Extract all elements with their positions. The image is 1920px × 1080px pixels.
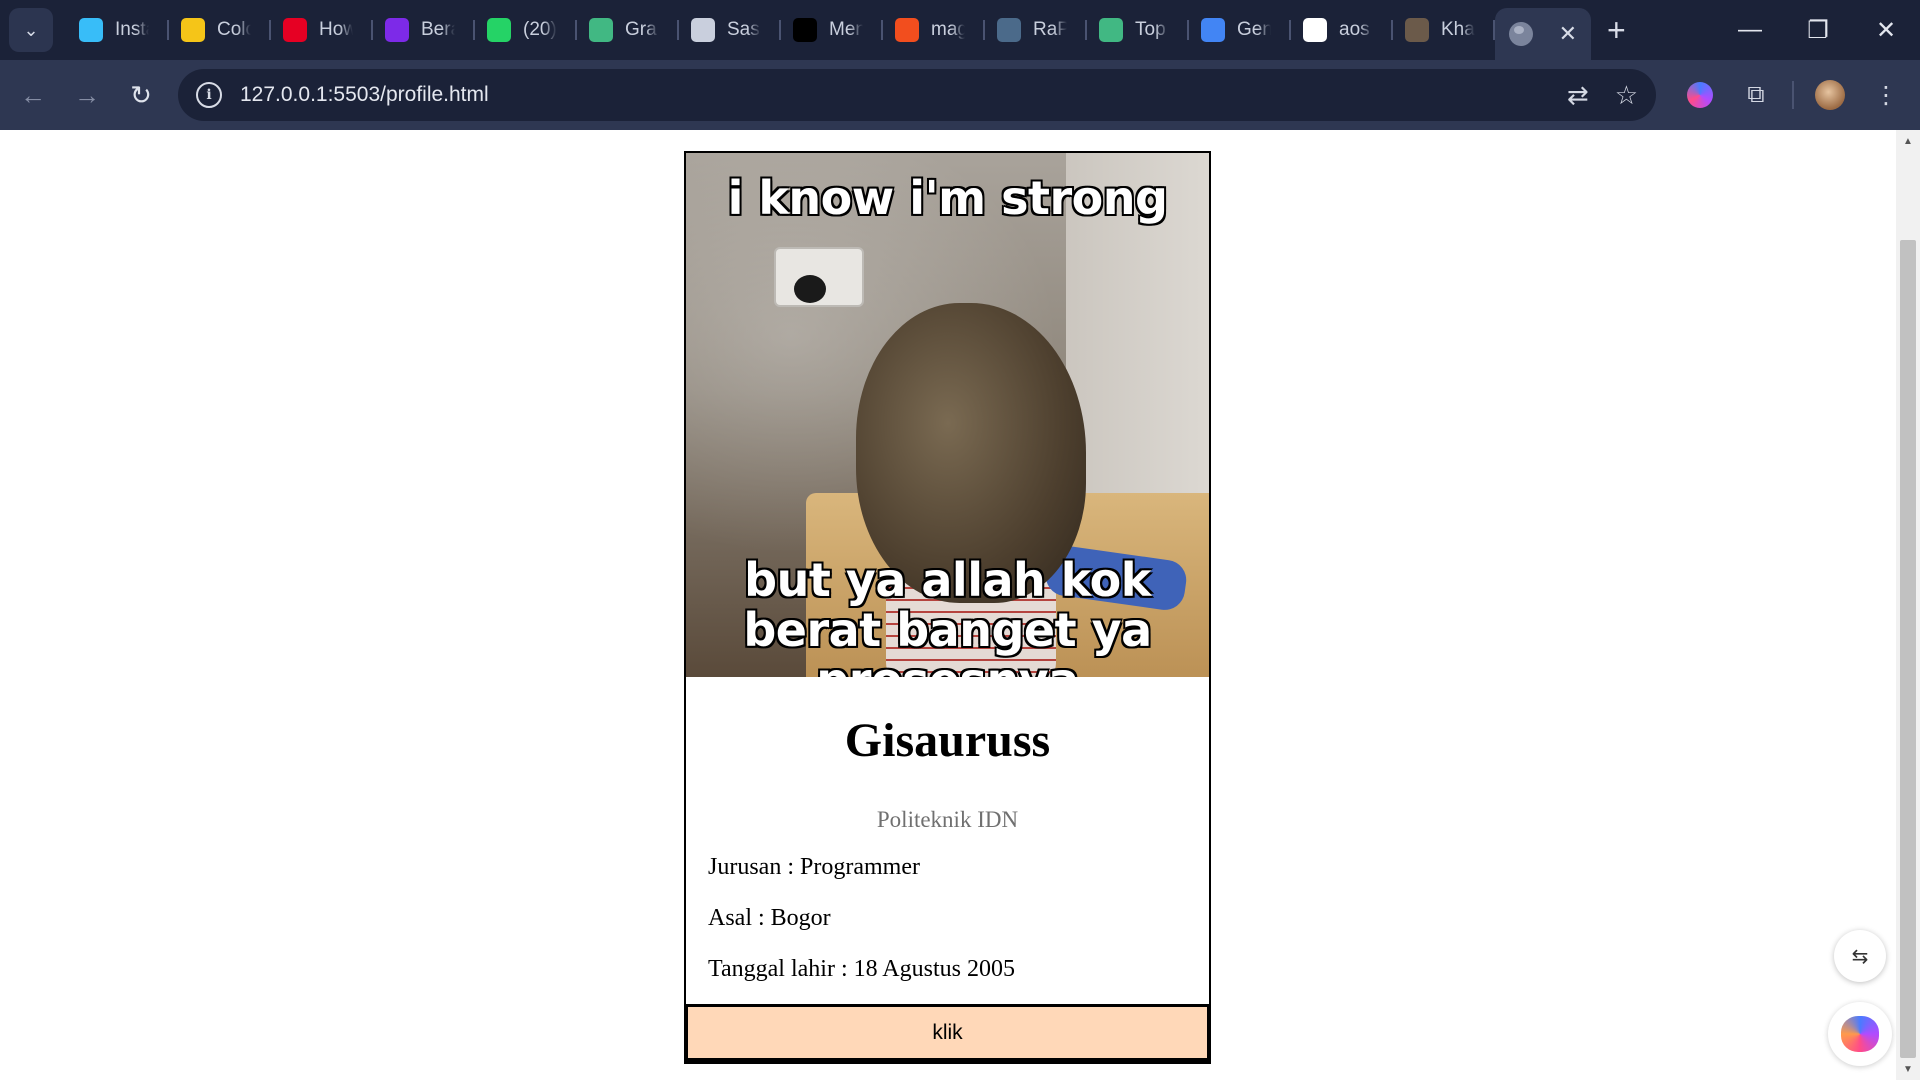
tab-10[interactable]: RaP (985, 8, 1087, 52)
st-icon (793, 18, 817, 42)
toolbar-divider (1792, 81, 1794, 109)
meme-top-caption: i know i'm strong (727, 171, 1168, 225)
floating-brain-extension-icon[interactable] (1828, 1002, 1892, 1066)
tab-title: How (319, 19, 353, 40)
extensions-puzzle-icon[interactable]: ⧉ (1728, 67, 1784, 123)
scroll-down-arrow-icon[interactable]: ▼ (1896, 1058, 1920, 1080)
browser-toolbar: ← → ↻ i 127.0.0.1:5503/profile.html ⇄ ☆ … (0, 60, 1920, 130)
tab-11[interactable]: Top (1087, 8, 1189, 52)
profile-card: i know i'm strong but ya allah kok berat… (684, 151, 1211, 1064)
tab-9[interactable]: mag (883, 8, 985, 52)
meme-bottom-caption: but ya allah kok berat banget ya prosesn… (743, 553, 1152, 677)
forward-arrow-icon[interactable]: → (60, 68, 114, 122)
back-arrow-icon[interactable]: ← (6, 68, 60, 122)
new-tab-button[interactable]: + (1607, 12, 1626, 49)
tab-3[interactable]: How (271, 8, 373, 52)
tab-2[interactable]: Colo (169, 8, 271, 52)
reload-icon[interactable]: ↻ (114, 68, 168, 122)
restore-button[interactable]: ❐ (1784, 0, 1852, 60)
tab-title: mag (931, 19, 965, 40)
tab-title: Colo (217, 19, 251, 40)
profile-name: Gisauruss (844, 714, 1051, 767)
profile-avatar[interactable] (1802, 67, 1858, 123)
feather-icon (691, 18, 715, 42)
tab-strip: ⌄ Insta Colo How Bera (20) Gra Sasa Men mag RaP To… (0, 0, 1920, 60)
tab-title: Gra (625, 19, 657, 40)
canva-icon (385, 18, 409, 42)
translate-icon[interactable]: ⇄ (1567, 80, 1589, 111)
tab-13[interactable]: aos (1291, 8, 1393, 52)
figma-icon (895, 18, 919, 42)
profile-school: Politeknik IDN (876, 807, 1019, 832)
klik-button[interactable]: klik (684, 1004, 1211, 1062)
tab-active[interactable]: ✕ (1495, 8, 1591, 60)
tab-title: Gen (1237, 19, 1271, 40)
tab-title: (20) (523, 19, 557, 40)
tab-title: Insta (115, 19, 149, 40)
window-controls: — ❐ ✕ (1716, 0, 1920, 60)
vue-icon (589, 18, 613, 42)
tab-search-chevron-icon[interactable]: ⌄ (9, 8, 53, 52)
plug-shape (794, 275, 826, 303)
tab-4[interactable]: Bera (373, 8, 475, 52)
whatsapp-icon (487, 18, 511, 42)
bookmark-star-icon[interactable]: ☆ (1615, 80, 1638, 111)
tab-list: Insta Colo How Bera (20) Gra Sasa Men mag RaP Top G… (67, 0, 1495, 60)
tab-5[interactable]: (20) (475, 8, 577, 52)
tab-14[interactable]: Kha (1393, 8, 1495, 52)
close-tab-icon[interactable]: ✕ (1559, 21, 1577, 47)
toolbar-actions: ⧉ ⋮ (1672, 67, 1914, 123)
close-window-button[interactable]: ✕ (1852, 0, 1920, 60)
profile-jurusan: Jurusan : Programmer (708, 854, 920, 880)
tab-title: Top (1135, 19, 1166, 40)
tab-title: Kha (1441, 19, 1475, 40)
photo-icon (1405, 18, 1429, 42)
image-icon (997, 18, 1021, 42)
floating-translate-icon[interactable]: ⇆ (1834, 930, 1886, 982)
menu-kebab-icon[interactable]: ⋮ (1858, 67, 1914, 123)
profile-birthdate: Tanggal lahir : 18 Agustus 2005 (708, 956, 1015, 982)
globe-icon (1509, 22, 1533, 46)
palette-icon (181, 18, 205, 42)
tab-1[interactable]: Insta (67, 8, 169, 52)
brain-extension-icon[interactable] (1672, 67, 1728, 123)
scroll-up-arrow-icon[interactable]: ▲ (1896, 130, 1920, 152)
site-info-icon[interactable]: i (196, 82, 222, 108)
tab-8[interactable]: Men (781, 8, 883, 52)
page-viewport: i know i'm strong but ya allah kok berat… (0, 130, 1920, 1080)
tab-title: Men (829, 19, 863, 40)
tab-title: Sasa (727, 19, 761, 40)
profile-meme-image: i know i'm strong but ya allah kok berat… (686, 153, 1209, 677)
gemini-icon (1201, 18, 1225, 42)
tab-title: aos (1339, 19, 1370, 40)
address-bar[interactable]: i 127.0.0.1:5503/profile.html ⇄ ☆ (178, 69, 1656, 121)
profile-asal: Asal : Bogor (708, 905, 831, 931)
tab-7[interactable]: Sasa (679, 8, 781, 52)
card-body: Gisauruss Politeknik IDN Jurusan : Progr… (686, 677, 1209, 992)
vertical-scrollbar[interactable]: ▲ ▼ (1896, 130, 1920, 1080)
tab-title: RaP (1033, 19, 1067, 40)
tailwind-icon (79, 18, 103, 42)
tab-12[interactable]: Gen (1189, 8, 1291, 52)
tab-6[interactable]: Gra (577, 8, 679, 52)
url-text[interactable]: 127.0.0.1:5503/profile.html (240, 83, 489, 107)
omnibox-actions: ⇄ ☆ (1567, 69, 1638, 121)
pinterest-icon (283, 18, 307, 42)
google-icon (1303, 18, 1327, 42)
minimize-button[interactable]: — (1716, 0, 1784, 60)
vue-icon (1099, 18, 1123, 42)
scroll-thumb[interactable] (1900, 240, 1916, 1058)
tab-title: Bera (421, 19, 455, 40)
